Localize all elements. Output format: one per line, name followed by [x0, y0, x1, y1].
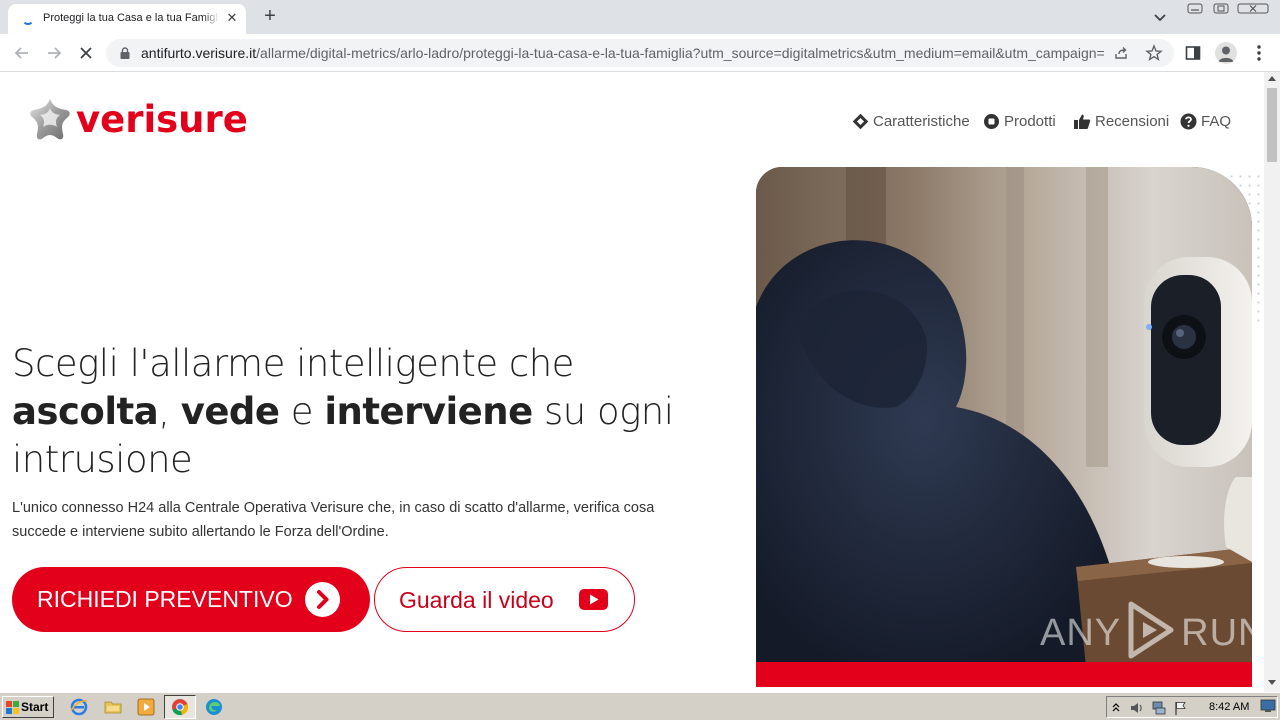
hero-image	[756, 167, 1252, 687]
tab-search-chevron-icon[interactable]	[1152, 9, 1168, 25]
request-quote-button[interactable]: RICHIEDI PREVENTIVO	[12, 567, 370, 632]
anyrun-play-logo-icon	[1128, 601, 1174, 659]
stop-loading-icon[interactable]	[73, 40, 99, 66]
media-player-icon[interactable]	[137, 698, 155, 716]
burglar-camera-photo	[756, 167, 1252, 687]
share-icon[interactable]	[1113, 45, 1129, 61]
nav-label: Caratteristiche	[873, 112, 970, 130]
tab-title: Proteggi la tua Casa e la tua Famiglia	[43, 12, 219, 24]
windows-taskbar: Start 8:42 AM	[0, 692, 1280, 720]
forward-arrow-icon[interactable]	[41, 40, 67, 66]
clock[interactable]: 8:42 AM	[1209, 701, 1249, 713]
browser-toolbar: antifurto.verisure.it/allarme/digital-me…	[0, 34, 1280, 72]
hero-headline: Scegli l'allarme intelligente che ascolt…	[12, 342, 674, 481]
verisure-logo[interactable]: verisure	[26, 96, 248, 146]
volume-icon[interactable]	[1129, 700, 1145, 716]
browser-tabbar: Proteggi la tua Casa e la tua Famiglia ✕…	[0, 0, 1280, 34]
loading-spinner-icon	[22, 13, 34, 25]
anyrun-watermark: ANY RUN	[1040, 601, 1264, 660]
target-icon	[852, 113, 869, 129]
logo-wordmark: verisure	[76, 98, 248, 141]
nav-label: Recensioni	[1095, 112, 1170, 130]
bookmark-star-icon[interactable]	[1145, 44, 1163, 62]
hero-subtext: L'unico connesso H24 alla Centrale Opera…	[12, 500, 655, 540]
ie-icon[interactable]	[70, 698, 88, 716]
youtube-play-icon	[579, 589, 608, 610]
side-panel-icon[interactable]	[1185, 45, 1201, 61]
explorer-folder-icon[interactable]	[104, 698, 122, 716]
system-tray: 8:42 AM	[1106, 696, 1278, 718]
nav-label: Prodotti	[1004, 112, 1056, 130]
tray-expand-icon[interactable]	[1111, 701, 1121, 713]
edge-icon[interactable]	[205, 698, 223, 716]
tab-close-icon[interactable]: ✕	[224, 10, 240, 26]
circle-dot-icon	[984, 113, 999, 129]
start-button[interactable]: Start	[2, 696, 54, 718]
chevron-right-circle-icon	[305, 582, 340, 617]
address-bar[interactable]: antifurto.verisure.it/allarme/digital-me…	[106, 39, 1174, 67]
page-scrollbar[interactable]	[1264, 72, 1280, 692]
watch-video-label: Guarda il video	[399, 587, 554, 613]
nav-recensioni[interactable]: Recensioni	[1073, 110, 1169, 132]
chrome-icon	[172, 699, 189, 716]
nav-prodotti[interactable]: Prodotti	[983, 110, 1056, 132]
watch-video-button[interactable]: Guarda il video	[374, 567, 635, 632]
maximize-icon[interactable]	[1210, 2, 1232, 16]
web-page: verisure Caratteristiche Prodotti Recens…	[0, 72, 1264, 692]
scroll-up-arrow-icon[interactable]	[1268, 76, 1276, 81]
request-quote-label: RICHIEDI PREVENTIVO	[37, 586, 293, 612]
nav-label: FAQ	[1201, 112, 1232, 130]
nav-caratteristiche[interactable]: Caratteristiche	[852, 110, 970, 132]
start-label: Start	[21, 700, 49, 714]
nav-faq[interactable]: FAQ	[1180, 110, 1231, 132]
kebab-menu-icon[interactable]	[1250, 43, 1268, 63]
minimize-icon[interactable]	[1184, 2, 1206, 16]
verisure-star-logo-icon	[30, 99, 70, 140]
scroll-down-arrow-icon[interactable]	[1268, 680, 1276, 685]
window-close-icon[interactable]	[1236, 2, 1270, 16]
chrome-taskbar-button[interactable]	[164, 695, 196, 719]
scroll-thumb[interactable]	[1267, 88, 1277, 162]
action-center-flag-icon[interactable]	[1173, 700, 1189, 716]
lock-icon[interactable]	[118, 46, 132, 60]
question-circle-icon	[1180, 113, 1197, 129]
back-arrow-icon[interactable]	[9, 40, 35, 66]
thumbs-up-icon	[1074, 114, 1091, 129]
profile-avatar-icon[interactable]	[1215, 42, 1237, 64]
network-icon[interactable]	[1151, 700, 1167, 716]
show-desktop-icon[interactable]	[1260, 699, 1276, 713]
new-tab-button[interactable]: +	[259, 6, 281, 28]
browser-tab[interactable]: Proteggi la tua Casa e la tua Famiglia ✕	[8, 4, 246, 34]
url-text[interactable]: antifurto.verisure.it/allarme/digital-me…	[141, 45, 1106, 61]
windows-flag-icon	[6, 701, 19, 714]
